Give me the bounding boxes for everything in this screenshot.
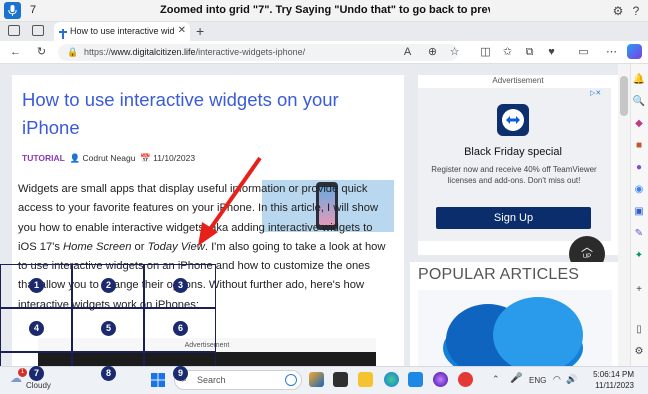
split-screen-icon[interactable]: ◫ (478, 45, 493, 60)
address-bar[interactable]: 🔒 https://www.digitalcitizen.life/intera… (58, 44, 458, 61)
lock-icon[interactable]: 🔒 (67, 47, 78, 58)
tab-active[interactable]: How to use interactive widgets on ✕ (54, 22, 190, 41)
file-explorer-icon[interactable] (358, 372, 373, 387)
favorites-icon[interactable]: ✩ (500, 45, 515, 60)
shopping-tag-icon[interactable]: ◆ (630, 116, 648, 132)
refresh-icon[interactable]: ↻ (34, 45, 49, 60)
close-tab-icon[interactable]: ✕ (178, 25, 186, 36)
clock-time[interactable]: 5:06:14 PM (586, 370, 634, 379)
language-indicator[interactable]: ENG (529, 376, 546, 385)
microphone-icon[interactable] (4, 2, 21, 19)
teamviewer-logo-icon (497, 104, 529, 136)
popular-articles-heading: POPULAR ARTICLES (418, 266, 580, 283)
grid-number-5: 5 (101, 321, 116, 336)
bing-icon (285, 374, 297, 386)
volume-icon[interactable]: 🔊 (566, 374, 577, 385)
profile-icon[interactable] (8, 25, 20, 36)
windows-start-icon[interactable] (151, 373, 165, 387)
grid-number-9: 9 (173, 366, 188, 381)
taskbar (0, 366, 648, 394)
wifi-icon[interactable]: ◠ (553, 374, 561, 385)
microsoft-365-icon[interactable]: ◉ (630, 182, 648, 198)
app-icon[interactable] (433, 372, 448, 387)
category-link[interactable]: TUTORIAL (22, 153, 65, 163)
clock-date[interactable]: 11/11/2023 (586, 381, 634, 390)
settings-icon[interactable]: ⚙ (610, 3, 626, 19)
article-meta: TUTORIAL 👤 Codrut Neagu 📅 11/10/2023 (22, 153, 195, 164)
ad-choices-icon[interactable]: ▷✕ (590, 89, 601, 97)
url-text: https://www.digitalcitizen.life/interact… (84, 47, 306, 57)
voice-message: Zoomed into grid "7". Try Saying "Undo t… (160, 4, 490, 16)
collections-icon[interactable]: ⧉ (522, 45, 537, 60)
grid-number-3: 3 (173, 278, 188, 293)
grid-number-6: 6 (173, 321, 188, 336)
more-icon[interactable]: ⋯ (604, 45, 619, 60)
article-date: 11/10/2023 (153, 153, 196, 163)
weather-label[interactable]: Cloudy (26, 381, 51, 390)
sign-up-button[interactable]: Sign Up (436, 207, 591, 229)
sidebar-search-icon[interactable]: 🔍 (630, 94, 648, 110)
games-icon[interactable]: ● (630, 160, 648, 176)
scrollbar-thumb[interactable] (620, 76, 628, 116)
back-icon[interactable]: ← (8, 45, 23, 60)
grid-number: 7 (30, 4, 37, 16)
microphone-tray-icon[interactable]: 🎤 (510, 373, 522, 384)
store-icon[interactable] (408, 372, 423, 387)
workspaces-icon[interactable] (32, 25, 44, 36)
sidebar-ad-label: Advertisement (492, 76, 544, 85)
notification-icon[interactable]: 🔔 (630, 72, 648, 88)
onedrive-image[interactable] (418, 290, 612, 366)
site-favicon-icon (59, 26, 67, 39)
ad-heading: Black Friday special (464, 146, 562, 158)
zoom-icon[interactable]: ⊕ (425, 45, 440, 60)
ad-text: Register now and receive 40% off TeamVie… (431, 165, 597, 185)
grid-number-8: 8 (101, 366, 116, 381)
chevron-up-icon: ︿ (580, 240, 593, 254)
grid-number-7: 7 (29, 366, 44, 381)
author-icon: 👤 (69, 153, 81, 163)
calendar-icon: 📅 (140, 153, 151, 163)
task-view-icon[interactable] (333, 372, 348, 387)
annotation-arrow (198, 156, 262, 246)
new-tab-icon[interactable]: + (196, 23, 204, 39)
split-view-icon[interactable]: ▯ (630, 322, 648, 338)
grid-number-1: 1 (29, 278, 44, 293)
grid-number-4: 4 (29, 321, 44, 336)
favorite-star-icon[interactable]: ☆ (447, 45, 462, 60)
tools-icon[interactable]: ■ (630, 138, 648, 154)
vpn-icon[interactable]: ▭ (576, 45, 591, 60)
designer-icon[interactable]: ✦ (630, 248, 648, 264)
copilot-taskbar-icon[interactable] (309, 372, 324, 387)
article-title[interactable]: How to use interactive widgets on your i… (22, 86, 392, 142)
search-placeholder: Search (197, 375, 226, 385)
taskbar-search[interactable]: ⌕ Search (174, 370, 302, 390)
snagit-icon[interactable] (458, 372, 473, 387)
outlook-icon[interactable]: ▣ (630, 204, 648, 220)
weather-badge: 1 (18, 368, 27, 377)
drop-icon[interactable]: ✎ (630, 226, 648, 242)
show-hidden-icons-icon[interactable]: ⌃ (492, 374, 500, 385)
up-label: UP (582, 254, 592, 260)
grid-number-2: 2 (101, 278, 116, 293)
copilot-icon[interactable] (627, 44, 642, 59)
read-aloud-icon[interactable]: A (400, 45, 415, 60)
add-app-icon[interactable]: + (630, 282, 648, 298)
edge-icon[interactable] (384, 372, 399, 387)
tab-title: How to use interactive widgets on (70, 26, 174, 36)
extensions-icon[interactable]: ♥ (544, 45, 559, 60)
sidebar-settings-icon[interactable]: ⚙ (630, 344, 648, 360)
author-link[interactable]: Codrut Neagu (83, 153, 136, 163)
help-icon[interactable]: ? (628, 3, 644, 19)
